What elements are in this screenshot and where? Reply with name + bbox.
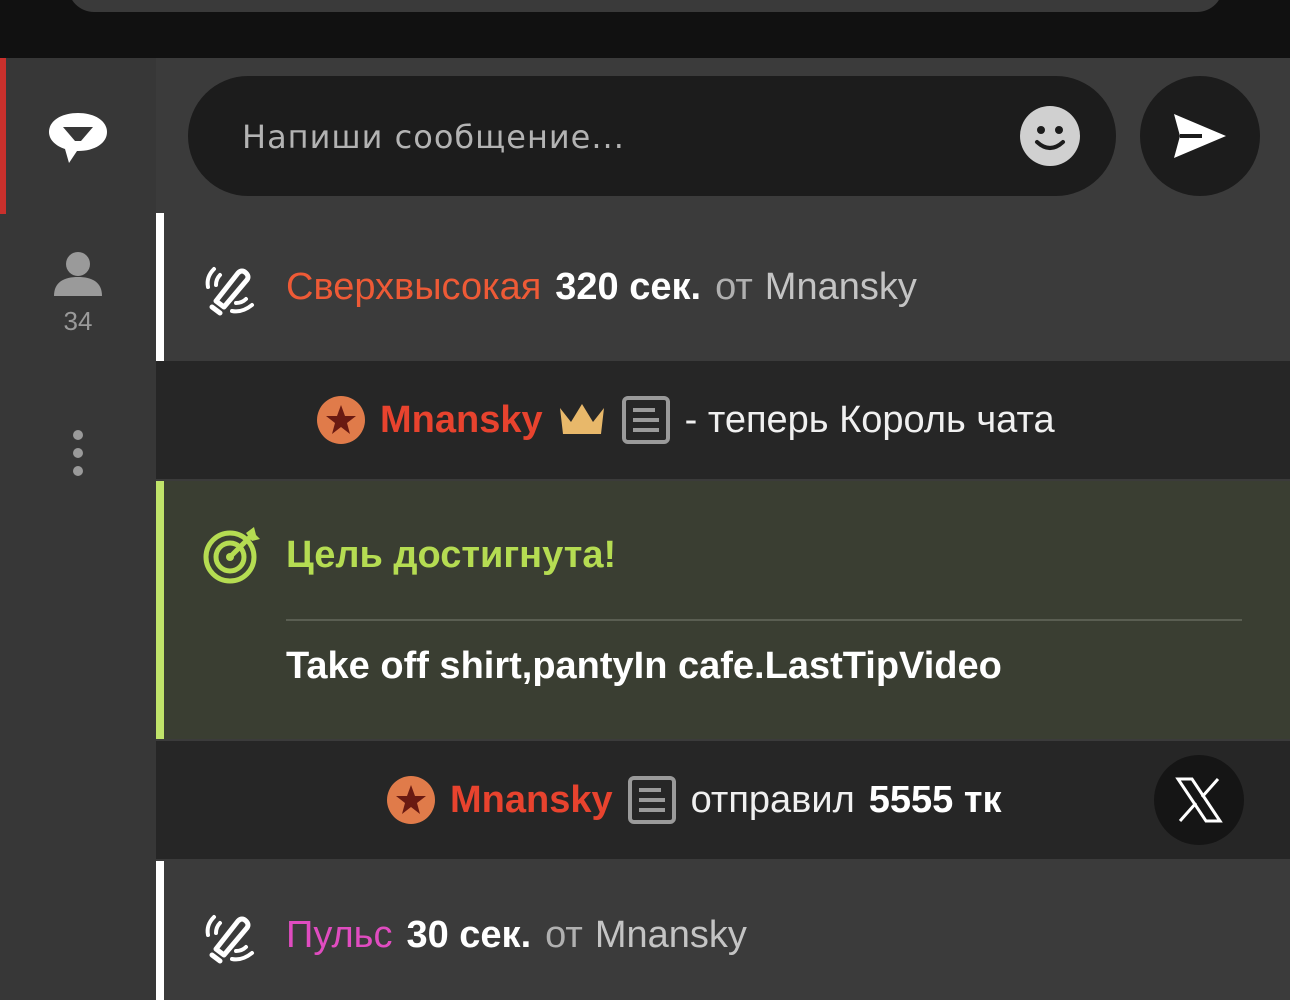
king-message: Mnansky - теперь Король чата <box>156 361 1290 479</box>
vibration-icon <box>205 267 254 316</box>
goal-title: Цель достигнута! <box>286 533 617 576</box>
sidebar-item-more[interactable] <box>0 418 156 488</box>
star-badge-icon <box>387 776 435 824</box>
tip-username[interactable]: Mnansky <box>450 779 613 822</box>
sidebar-item-users[interactable]: 34 <box>0 243 156 343</box>
sidebar: 34 <box>0 58 156 1000</box>
top-bar <box>0 0 1290 58</box>
chat-app: 34 Напиши сообщение... Сверхвысокая 320 … <box>0 0 1290 1000</box>
star-badge-icon <box>317 396 365 444</box>
vibe-level: Сверхвысокая <box>286 265 542 308</box>
crown-icon <box>559 404 604 434</box>
target-icon <box>203 527 260 584</box>
message-composer <box>188 76 1116 198</box>
king-username[interactable]: Mnansky <box>380 399 543 442</box>
document-icon[interactable] <box>627 775 677 825</box>
goal-divider <box>286 619 1242 621</box>
tip-action: отправил <box>690 778 855 821</box>
vibe-duration: 30 сек. <box>406 913 532 956</box>
document-icon[interactable] <box>621 395 671 445</box>
smiley-icon <box>1020 106 1080 166</box>
vibe-duration: 320 сек. <box>555 265 702 308</box>
vibe-from-label: от <box>715 265 753 308</box>
x-logo-icon <box>1175 777 1223 823</box>
king-text: - теперь Король чата <box>684 398 1055 441</box>
sidebar-item-chat[interactable] <box>0 98 156 178</box>
vibe-level: Пульс <box>286 913 393 956</box>
vibe-username[interactable]: Mnansky <box>765 266 917 309</box>
goal-message: Цель достигнута! Take off shirt,pantyIn … <box>156 481 1290 739</box>
user-icon <box>54 251 102 296</box>
more-vertical-icon <box>73 430 83 476</box>
chat-bubble-icon <box>49 113 107 163</box>
vibe-username[interactable]: Mnansky <box>595 914 747 957</box>
goal-text: Take off shirt,pantyIn cafe.LastTipVideo <box>286 645 1002 687</box>
top-bar-pill[interactable] <box>68 0 1223 12</box>
message-input[interactable] <box>240 76 1004 198</box>
chat-main: Сверхвысокая 320 сек. от Mnansky Mnansky <box>156 58 1290 1000</box>
tip-amount: 5555 тк <box>868 778 1002 821</box>
emoji-button[interactable] <box>1020 106 1080 166</box>
vibration-icon <box>205 915 254 964</box>
vibe-from-label: от <box>545 913 583 956</box>
send-button[interactable] <box>1140 76 1260 196</box>
vibe-message: Сверхвысокая 320 сек. от Mnansky <box>156 213 1290 361</box>
users-count: 34 <box>63 305 93 336</box>
send-icon <box>1174 114 1226 158</box>
vibe-message: Пульс 30 сек. от Mnansky <box>156 861 1290 1000</box>
tip-message: Mnansky отправил 5555 тк <box>156 741 1290 859</box>
x-share-button[interactable] <box>1154 755 1244 845</box>
